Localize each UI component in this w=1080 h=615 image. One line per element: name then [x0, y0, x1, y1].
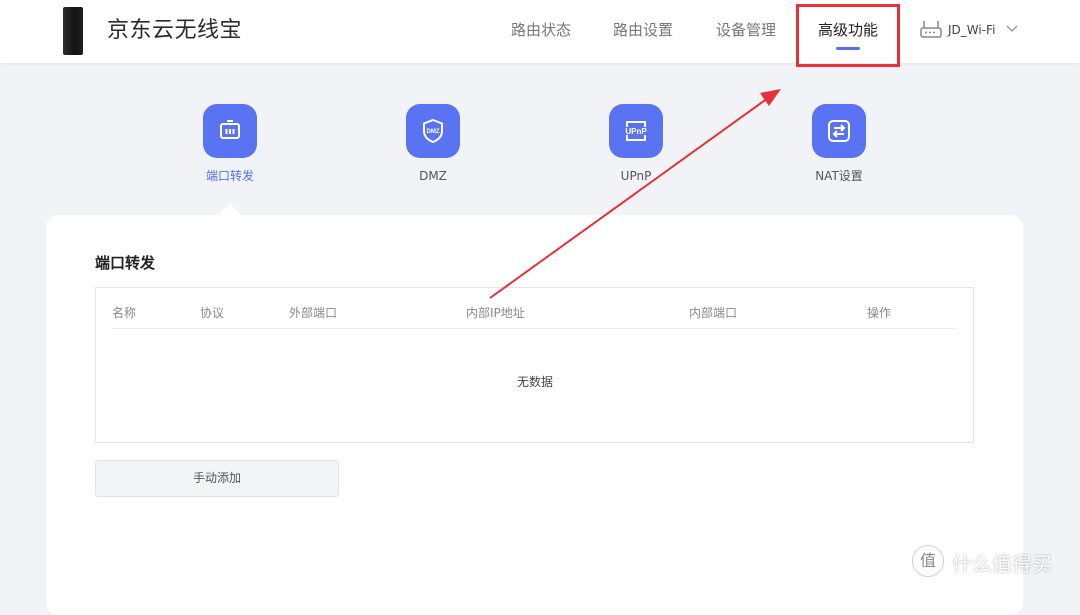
dmz-badge-text: DMZ — [427, 129, 440, 135]
feature-label: 端口转发 — [205, 169, 254, 183]
column-header-internal-ip: 内部IP地址 — [466, 306, 525, 320]
port-forward-icon — [203, 104, 257, 158]
nav-router-status[interactable]: 路由状态 — [511, 19, 571, 41]
feature-port-forwarding[interactable]: 端口转发 — [170, 104, 290, 184]
column-header-name: 名称 — [112, 306, 137, 320]
watermark-text: 什么值得买 — [952, 552, 1052, 576]
feature-upnp[interactable]: UPnP UPnP — [576, 104, 696, 184]
brand-title: 京东云无线宝 — [107, 18, 243, 43]
chevron-down-icon[interactable] — [1006, 25, 1018, 33]
feature-label: NAT设置 — [815, 169, 863, 183]
upnp-badge-text: UPnP — [625, 127, 647, 136]
router-icon — [920, 21, 942, 38]
wifi-name-label[interactable]: JD_Wi-Fi — [948, 22, 995, 38]
nav-device-management[interactable]: 设备管理 — [716, 19, 776, 41]
column-header-protocol: 协议 — [200, 306, 225, 320]
manual-add-button[interactable]: 手动添加 — [95, 460, 339, 497]
feature-dmz[interactable]: DMZ DMZ — [373, 104, 493, 184]
port-forward-table — [95, 287, 974, 443]
top-header: 京东云无线宝 路由状态 路由设置 设备管理 高级功能 JD_Wi-Fi — [0, 0, 1080, 63]
feature-label: UPnP — [620, 169, 652, 183]
column-header-external-port: 外部端口 — [289, 306, 338, 320]
nav-router-settings[interactable]: 路由设置 — [613, 19, 673, 41]
dmz-shield-icon: DMZ — [406, 104, 460, 158]
table-header-divider — [112, 328, 957, 329]
upnp-icon: UPnP — [609, 104, 663, 158]
nat-icon — [812, 104, 866, 158]
router-logo-image — [63, 7, 83, 55]
annotation-highlight-box — [796, 4, 900, 67]
section-title: 端口转发 — [95, 254, 156, 272]
watermark-logo-icon: 值 — [912, 545, 944, 577]
feature-label: DMZ — [419, 169, 447, 183]
column-header-actions: 操作 — [867, 306, 892, 320]
feature-nat-settings[interactable]: NAT设置 — [779, 104, 899, 184]
empty-state-text: 无数据 — [517, 375, 554, 389]
column-header-internal-port: 内部端口 — [689, 306, 738, 320]
